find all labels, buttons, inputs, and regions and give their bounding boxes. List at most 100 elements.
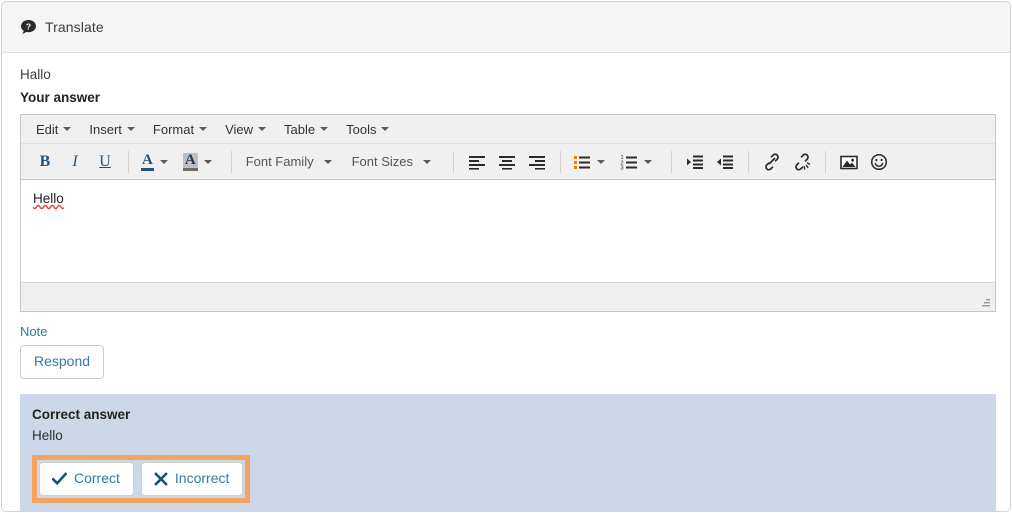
italic-button[interactable]: I: [60, 149, 90, 175]
menu-format-label: Format: [152, 121, 195, 137]
toolbar-group-link: [754, 149, 820, 175]
editor-menubar: Edit Insert Format View Table Tools: [21, 115, 995, 144]
menu-format[interactable]: Format: [144, 118, 216, 141]
chevron-down-icon[interactable]: [644, 159, 653, 164]
bullet-list-button[interactable]: [569, 149, 616, 175]
menu-edit-label: Edit: [36, 121, 59, 137]
insert-image-button[interactable]: [834, 149, 864, 175]
mark-incorrect-button[interactable]: Incorrect: [140, 462, 244, 496]
chevron-down-icon: [63, 127, 72, 131]
chevron-down-icon: [423, 159, 432, 164]
toolbar-group-text-style: B I U: [27, 149, 123, 175]
unlink-icon: [795, 152, 811, 171]
check-icon: [52, 471, 67, 486]
panel-header: ? Translate: [2, 2, 1010, 53]
editor-statusbar: [21, 282, 995, 311]
link-icon: [765, 152, 779, 171]
menu-view-label: View: [225, 121, 254, 137]
background-color-button[interactable]: A: [179, 149, 223, 175]
toolbar-divider: [560, 150, 562, 173]
editor-content-text: Hello: [33, 191, 64, 206]
align-left-icon: [469, 155, 486, 170]
increase-indent-button[interactable]: [710, 149, 740, 175]
emoticon-icon: [870, 153, 888, 170]
toolbar-group-font: Font Family Font Sizes: [237, 149, 448, 175]
insert-link-button[interactable]: [757, 149, 787, 175]
panel-body: Hallo Your answer Edit Insert Format Vie…: [2, 53, 1010, 511]
editor-content-area[interactable]: Hello: [21, 180, 995, 282]
chevron-down-icon: [199, 127, 208, 131]
numbered-list-button[interactable]: 1 2 3: [616, 149, 663, 175]
mark-correct-button[interactable]: Correct: [39, 462, 134, 496]
font-size-label: Font Sizes: [351, 154, 414, 169]
image-icon: [840, 155, 858, 169]
font-family-label: Font Family: [245, 154, 314, 169]
toolbar-divider: [230, 150, 232, 173]
menu-tools-label: Tools: [346, 121, 377, 137]
toolbar-divider: [128, 150, 129, 173]
underline-icon: U: [99, 152, 111, 170]
translate-exercise-page: ? Translate Hallo Your answer Edit Inser…: [0, 0, 1012, 513]
background-color-icon: A: [182, 152, 198, 171]
toolbar-group-indent: [677, 149, 743, 175]
chevron-down-icon: [381, 127, 390, 131]
menu-table[interactable]: Table: [275, 118, 337, 141]
cross-icon: [154, 471, 168, 486]
underline-button[interactable]: U: [90, 149, 120, 175]
chevron-down-icon[interactable]: [597, 159, 606, 164]
panel: ? Translate Hallo Your answer Edit Inser…: [1, 1, 1011, 512]
menu-view[interactable]: View: [216, 118, 275, 141]
align-left-button[interactable]: [462, 149, 492, 175]
correct-answer-title: Correct answer: [32, 407, 131, 422]
svg-text:3: 3: [621, 165, 624, 170]
rich-text-editor: Edit Insert Format View Table Tools B I …: [20, 114, 996, 312]
chevron-down-icon: [320, 127, 329, 131]
toolbar-divider: [748, 150, 750, 173]
font-family-select[interactable]: Font Family: [240, 149, 346, 175]
increase-indent-icon: [717, 155, 734, 169]
menu-edit[interactable]: Edit: [27, 118, 80, 141]
bold-button[interactable]: B: [30, 149, 60, 175]
note-label[interactable]: Note: [20, 324, 992, 340]
chevron-down-icon[interactable]: [203, 159, 212, 164]
chevron-down-icon[interactable]: [159, 159, 168, 164]
answer-field-label: Your answer: [20, 90, 101, 105]
resize-handle[interactable]: [979, 296, 991, 308]
menu-tools[interactable]: Tools: [337, 118, 398, 141]
font-size-select[interactable]: Font Sizes: [346, 149, 445, 175]
toolbar-divider: [671, 150, 673, 173]
svg-text:?: ?: [26, 21, 31, 31]
panel-title: Translate: [45, 19, 104, 35]
toolbar-divider: [453, 150, 455, 173]
mark-correct-label: Correct: [74, 470, 120, 486]
text-color-button[interactable]: A: [137, 149, 179, 175]
toolbar-divider: [825, 150, 827, 173]
bold-icon: B: [39, 152, 51, 170]
text-color-icon: A: [141, 152, 154, 171]
align-right-button[interactable]: [522, 149, 552, 175]
mark-incorrect-label: Incorrect: [174, 470, 230, 486]
italic-icon: I: [72, 152, 78, 170]
numbered-list-icon: 1 2 3: [621, 155, 638, 170]
toolbar-group-media: [831, 149, 897, 175]
editor-toolbar: B I U A A Font Family Font Sizes 1 2 3: [21, 144, 995, 180]
chevron-down-icon: [258, 127, 267, 131]
menu-table-label: Table: [284, 121, 316, 137]
correct-answer-panel: Correct answer Hello Correct Incorrect: [20, 394, 996, 511]
insert-emoticon-button[interactable]: [864, 149, 894, 175]
toolbar-group-align: [459, 149, 555, 175]
unlink-button[interactable]: [787, 149, 817, 175]
bullet-list-icon: [574, 155, 591, 169]
chevron-down-icon: [323, 159, 332, 164]
decrease-indent-icon: [687, 155, 704, 169]
menu-insert[interactable]: Insert: [80, 118, 144, 141]
respond-button[interactable]: Respond: [20, 345, 105, 379]
toolbar-group-colors: A A: [134, 149, 226, 175]
correct-answer-text: Hello: [32, 428, 63, 443]
judgement-highlight-box: Correct Incorrect: [32, 455, 251, 503]
chevron-down-icon: [126, 127, 135, 131]
decrease-indent-button[interactable]: [680, 149, 710, 175]
align-center-button[interactable]: [492, 149, 522, 175]
align-center-icon: [499, 155, 516, 170]
toolbar-group-lists: 1 2 3: [566, 149, 666, 175]
